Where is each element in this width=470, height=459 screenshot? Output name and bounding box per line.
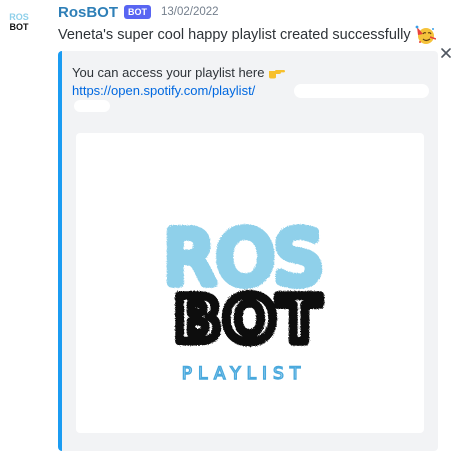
- close-icon[interactable]: [441, 48, 451, 58]
- avatar-line1: ROS: [9, 12, 29, 22]
- embed: You can access your playlist here https:…: [58, 51, 438, 451]
- embed-description: You can access your playlist here: [72, 65, 286, 80]
- playlist-image[interactable]: ROS BOT PLAYLIST: [76, 133, 424, 433]
- embed-description-text: You can access your playlist here: [72, 65, 265, 80]
- username[interactable]: RosBOT: [58, 4, 118, 21]
- avatar-line2: BOT: [10, 22, 30, 32]
- timestamp[interactable]: 13/02/2022: [161, 6, 219, 18]
- logo-line3: PLAYLIST: [182, 364, 306, 384]
- discord-message: ROS BOT RosBOT BOT 13/02/2022 Veneta's s…: [0, 0, 470, 459]
- logo-line2: BOT: [174, 283, 322, 356]
- message-header: RosBOT BOT 13/02/2022: [58, 2, 219, 22]
- message-text: Veneta's super cool happy playlist creat…: [58, 27, 411, 43]
- rosbot-playlist-logo: ROS BOT PLAYLIST: [160, 211, 326, 385]
- playlist-link[interactable]: https://open.spotify.com/playlist/: [72, 83, 255, 98]
- redacted-link-part: [74, 100, 110, 112]
- message-content: Veneta's super cool happy playlist creat…: [58, 24, 463, 46]
- party-face-icon: [415, 25, 436, 44]
- pointing-hand-icon: [269, 69, 286, 78]
- bot-tag: BOT: [124, 5, 151, 19]
- redacted-link-part: [294, 84, 429, 98]
- avatar[interactable]: ROS BOT: [6, 10, 32, 36]
